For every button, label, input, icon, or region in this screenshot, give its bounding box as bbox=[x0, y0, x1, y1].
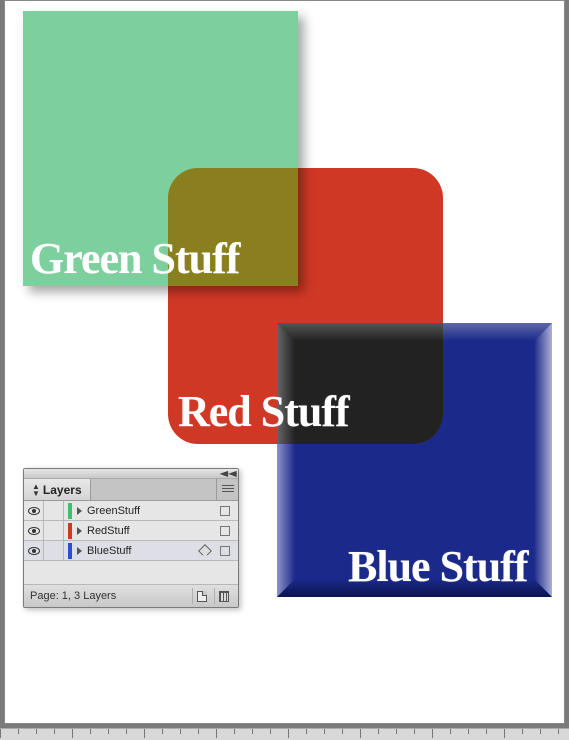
blue-shape-label[interactable]: Blue Stuff bbox=[348, 541, 527, 592]
delete-layer-button[interactable] bbox=[214, 588, 232, 604]
panel-footer: Page: 1, 3 Layers bbox=[24, 585, 238, 607]
lock-toggle[interactable] bbox=[44, 501, 64, 520]
eye-icon bbox=[28, 547, 40, 555]
menu-icon bbox=[222, 485, 234, 494]
horizontal-ruler[interactable] bbox=[0, 728, 569, 740]
panel-collapse-bar[interactable]: ◀◀ bbox=[24, 469, 238, 479]
document-canvas[interactable]: Green Stuff Red Stuff Blue Stuff ◀◀ ▲▼ L… bbox=[4, 0, 565, 724]
layer-color-swatch bbox=[68, 503, 72, 519]
layer-row-green[interactable]: GreenStuff bbox=[24, 501, 238, 521]
panel-menu-button[interactable] bbox=[216, 479, 238, 500]
selection-indicator[interactable] bbox=[220, 506, 230, 516]
selection-indicator[interactable] bbox=[220, 526, 230, 536]
visibility-toggle[interactable] bbox=[24, 541, 44, 560]
selection-indicator[interactable] bbox=[220, 546, 230, 556]
layer-name[interactable]: BlueStuff bbox=[87, 545, 194, 557]
bevel-right bbox=[534, 323, 552, 597]
layer-row-red[interactable]: RedStuff bbox=[24, 521, 238, 541]
collapse-chevron-icon[interactable]: ◀◀ bbox=[219, 469, 236, 478]
green-shape-label[interactable]: Green Stuff bbox=[30, 233, 239, 284]
sort-arrows-icon: ▲▼ bbox=[32, 483, 40, 497]
active-layer-pen-icon bbox=[199, 545, 211, 557]
panel-tab-bar: ▲▼ Layers bbox=[24, 479, 238, 501]
disclosure-triangle-icon[interactable] bbox=[77, 527, 82, 535]
lock-toggle[interactable] bbox=[44, 541, 64, 560]
eye-icon bbox=[28, 507, 40, 515]
visibility-toggle[interactable] bbox=[24, 521, 44, 540]
disclosure-triangle-icon[interactable] bbox=[77, 547, 82, 555]
red-shape-label[interactable]: Red Stuff bbox=[178, 386, 349, 437]
layer-color-swatch bbox=[68, 523, 72, 539]
eye-icon bbox=[28, 527, 40, 535]
new-layer-button[interactable] bbox=[192, 588, 210, 604]
visibility-toggle[interactable] bbox=[24, 501, 44, 520]
new-page-icon bbox=[197, 591, 207, 602]
disclosure-triangle-icon[interactable] bbox=[77, 507, 82, 515]
layers-panel[interactable]: ◀◀ ▲▼ Layers GreenStuff bbox=[23, 468, 239, 608]
layer-name[interactable]: GreenStuff bbox=[87, 505, 211, 517]
panel-status-text: Page: 1, 3 Layers bbox=[30, 590, 188, 602]
layer-name[interactable]: RedStuff bbox=[87, 525, 211, 537]
layer-row-blue[interactable]: BlueStuff bbox=[24, 541, 238, 561]
layer-list-empty-area[interactable] bbox=[24, 561, 238, 585]
trash-icon bbox=[219, 591, 229, 602]
layer-color-swatch bbox=[68, 543, 72, 559]
panel-title: Layers bbox=[43, 483, 82, 497]
layers-tab[interactable]: ▲▼ Layers bbox=[24, 479, 91, 500]
lock-toggle[interactable] bbox=[44, 521, 64, 540]
